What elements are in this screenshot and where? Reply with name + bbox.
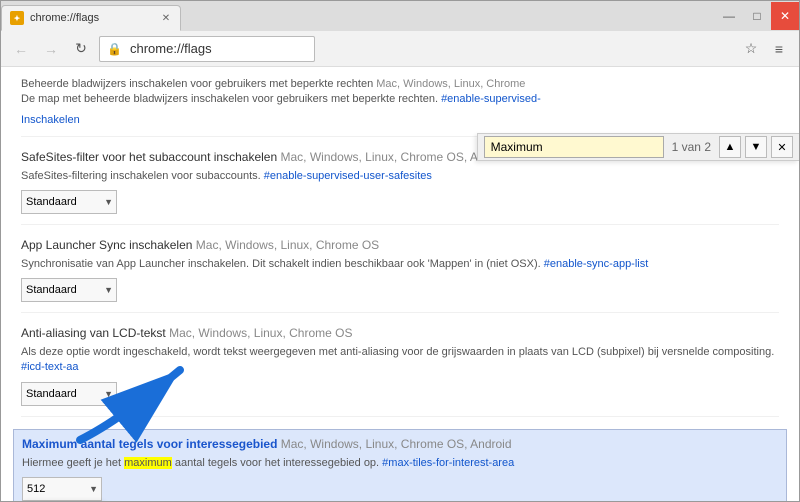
address-bar-row: ← → ↻ 🔒 ☆ ≡ [1,31,799,67]
minimize-button[interactable]: — [715,2,743,30]
flag-max-tiles-title: Maximum aantal tegels voor interessegebi… [22,436,778,453]
flag-app-launcher-link[interactable]: #enable-sync-app-list [544,258,649,270]
flag-safesites-desc: SafeSites-filtering inschakelen voor sub… [21,169,779,184]
flag-anti-aliasing-select[interactable]: StandaardIngeschakeldUitgeschakeld [21,382,117,406]
maximize-button[interactable]: □ [743,2,771,30]
flag-app-launcher-desc: Synchronisatie van App Launcher inschake… [21,257,779,272]
toolbar-right: ☆ ≡ [739,37,791,61]
search-prev-button[interactable]: ▲ [719,136,741,158]
banner-text: Beheerde bladwijzers inschakelen voor ge… [21,77,779,108]
flag-max-tiles-link[interactable]: #max-tiles-for-interest-area [382,457,514,469]
banner-desc: De map met beheerde bladwijzers inschake… [21,93,441,105]
reload-button[interactable]: ↻ [69,37,93,61]
highlight-mark: maximum [124,457,172,469]
search-bar: 1 van 2 ▲ ▼ ✕ [477,133,799,161]
flag-max-tiles-os: Mac, Windows, Linux, Chrome OS, Android [281,437,512,451]
flag-anti-aliasing: Anti-aliasing van LCD-tekst Mac, Windows… [21,325,779,417]
flag-anti-aliasing-title: Anti-aliasing van LCD-tekst Mac, Windows… [21,325,779,342]
menu-button[interactable]: ≡ [767,37,791,61]
flag-app-launcher-title: App Launcher Sync inschakelen Mac, Windo… [21,237,779,254]
search-input[interactable] [484,136,664,158]
forward-button[interactable]: → [39,37,63,61]
search-close-button[interactable]: ✕ [771,136,793,158]
banner-link[interactable]: #enable-supervised- [441,93,541,105]
address-input[interactable] [99,36,315,62]
tab-favicon: ✦ [10,11,24,25]
address-wrapper: 🔒 [99,36,733,62]
flag-app-launcher-select[interactable]: StandaardIngeschakeldUitgeschakeld [21,278,117,302]
flag-safesites-select-wrapper: StandaardIngeschakeldUitgeschakeld ▼ [21,190,117,214]
window-controls: — □ ✕ [715,1,799,31]
flag-max-tiles-desc: Hiermee geeft je het maximum aantal tege… [22,456,778,471]
flag-max-tiles-select[interactable]: Standaard64128256512 [22,477,102,501]
tab-bar: ✦ chrome://flags ✕ — □ ✕ [1,1,799,31]
flag-anti-aliasing-os: Mac, Windows, Linux, Chrome OS [169,326,352,340]
flag-max-tiles-name: Maximum aantal tegels voor interessegebi… [22,437,277,451]
bookmark-button[interactable]: ☆ [739,37,763,61]
flag-safesites-link[interactable]: #enable-supervised-user-safesites [264,170,432,182]
active-tab[interactable]: ✦ chrome://flags ✕ [1,5,181,31]
flag-anti-aliasing-desc: Als deze optie wordt ingeschakeld, wordt… [21,345,779,376]
flag-app-launcher-select-wrapper: StandaardIngeschakeldUitgeschakeld ▼ [21,278,117,302]
tab-title: chrome://flags [30,12,99,24]
close-button[interactable]: ✕ [771,2,799,30]
flag-app-launcher: App Launcher Sync inschakelen Mac, Windo… [21,237,779,313]
tab-close-button[interactable]: ✕ [158,10,174,26]
banner-title: Beheerde bladwijzers inschakelen voor ge… [21,78,373,90]
flag-max-tiles: Maximum aantal tegels voor interessegebi… [13,429,787,501]
flag-safesites-name: SafeSites-filter voor het subaccount ins… [21,150,277,164]
flag-app-launcher-os: Mac, Windows, Linux, Chrome OS [196,238,379,252]
flag-anti-aliasing-link[interactable]: #icd-text-aa [21,361,78,373]
back-button[interactable]: ← [9,37,33,61]
search-next-button[interactable]: ▼ [745,136,767,158]
flag-anti-aliasing-name: Anti-aliasing van LCD-tekst [21,326,166,340]
inschakelen-link[interactable]: Inschakelen [21,114,80,126]
flag-safesites-select[interactable]: StandaardIngeschakeldUitgeschakeld [21,190,117,214]
search-count: 1 van 2 [668,140,715,154]
address-icon: 🔒 [107,42,122,56]
banner-os-tags: Mac, Windows, Linux, Chrome [376,78,525,90]
flag-app-launcher-name: App Launcher Sync inschakelen [21,238,192,252]
flag-max-tiles-dropdown-wrapper: Standaard64128256512 ▼ Standaard 64 128 … [22,477,102,501]
window-frame: ✦ chrome://flags ✕ — □ ✕ ← → ↻ 🔒 ☆ ≡ 1 v… [0,0,800,502]
flag-anti-aliasing-select-wrapper: StandaardIngeschakeldUitgeschakeld ▼ [21,382,117,406]
banner-flag-item: Beheerde bladwijzers inschakelen voor ge… [21,77,779,137]
